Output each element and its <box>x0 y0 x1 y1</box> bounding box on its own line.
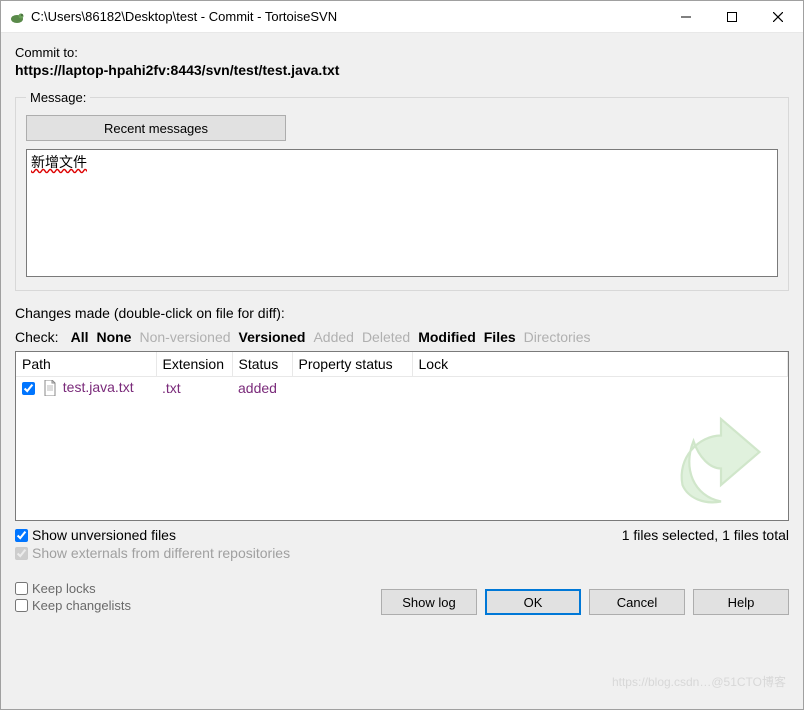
help-button[interactable]: Help <box>693 589 789 615</box>
file-extension: .txt <box>156 377 232 399</box>
ok-button[interactable]: OK <box>485 589 581 615</box>
commit-dialog: C:\Users\86182\Desktop\test - Commit - T… <box>0 0 804 710</box>
titlebar: C:\Users\86182\Desktop\test - Commit - T… <box>1 1 803 33</box>
commit-arrow-icon <box>666 392 776 512</box>
filter-nonversioned[interactable]: Non-versioned <box>139 329 230 345</box>
col-extension[interactable]: Extension <box>156 352 232 377</box>
filter-directories[interactable]: Directories <box>524 329 591 345</box>
filter-all[interactable]: All <box>71 329 89 345</box>
recent-messages-button[interactable]: Recent messages <box>26 115 286 141</box>
show-externals-checkbox: Show externals from different repositori… <box>15 545 290 561</box>
file-status: added <box>232 377 292 399</box>
filter-versioned[interactable]: Versioned <box>239 329 306 345</box>
filter-files[interactable]: Files <box>484 329 516 345</box>
check-label: Check: <box>15 329 59 345</box>
filter-deleted[interactable]: Deleted <box>362 329 410 345</box>
commit-to-label: Commit to: <box>15 45 789 60</box>
show-unversioned-checkbox[interactable]: Show unversioned files <box>15 527 290 543</box>
commit-message-input[interactable] <box>26 149 778 277</box>
changes-label: Changes made (double-click on file for d… <box>15 305 789 321</box>
show-log-button[interactable]: Show log <box>381 589 477 615</box>
commit-url: https://laptop-hpahi2fv:8443/svn/test/te… <box>15 62 789 78</box>
filter-none[interactable]: None <box>96 329 131 345</box>
message-group-label: Message: <box>26 90 90 105</box>
file-icon <box>43 380 57 396</box>
maximize-button[interactable] <box>709 2 755 32</box>
close-button[interactable] <box>755 2 801 32</box>
keep-changelists-checkbox[interactable]: Keep changelists <box>15 598 131 613</box>
cancel-button[interactable]: Cancel <box>589 589 685 615</box>
selection-status: 1 files selected, 1 files total <box>622 527 789 543</box>
filter-modified[interactable]: Modified <box>418 329 476 345</box>
message-group: Message: Recent messages <box>15 90 789 291</box>
dialog-content: Commit to: https://laptop-hpahi2fv:8443/… <box>1 33 803 709</box>
minimize-button[interactable] <box>663 2 709 32</box>
file-property-status <box>292 377 412 399</box>
file-list: Path Extension Status Property status Lo… <box>15 351 789 521</box>
window-title: C:\Users\86182\Desktop\test - Commit - T… <box>31 9 663 24</box>
file-checkbox[interactable] <box>22 382 35 395</box>
tortoisesvn-icon <box>9 9 25 25</box>
filter-row: Check: All None Non-versioned Versioned … <box>15 329 789 345</box>
watermark: https://blog.csdn…@51CTO博客 <box>612 673 786 690</box>
col-property-status[interactable]: Property status <box>292 352 412 377</box>
file-path: test.java.txt <box>63 379 134 395</box>
col-status[interactable]: Status <box>232 352 292 377</box>
keep-locks-checkbox[interactable]: Keep locks <box>15 581 131 596</box>
filter-added[interactable]: Added <box>313 329 353 345</box>
col-lock[interactable]: Lock <box>412 352 788 377</box>
col-path[interactable]: Path <box>16 352 156 377</box>
